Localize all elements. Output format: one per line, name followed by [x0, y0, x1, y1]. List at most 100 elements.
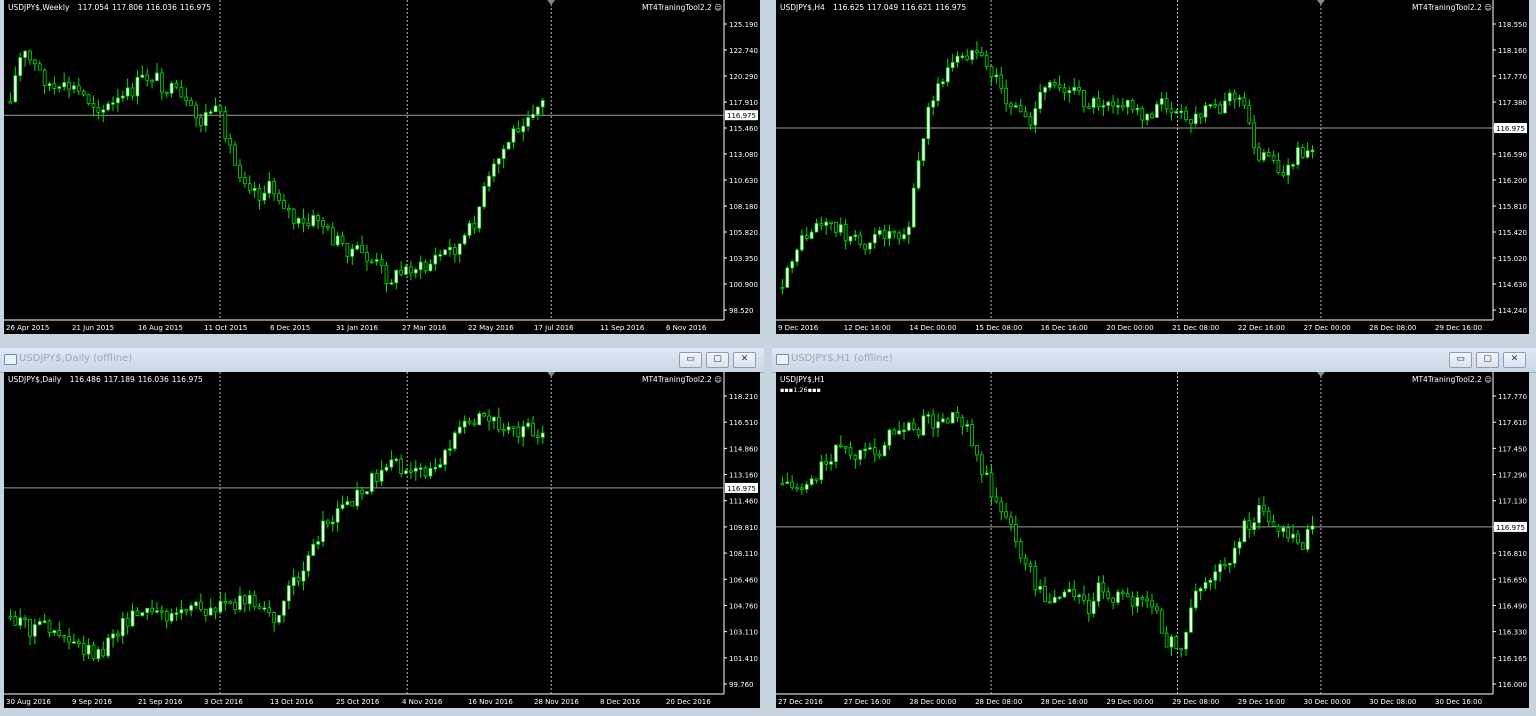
candle-body — [882, 444, 887, 457]
current-price-label: 116.975 — [1496, 125, 1525, 133]
candle-body — [496, 416, 501, 430]
chart-area[interactable]: 117.770 117.610 117.450 117.290 117.130 116.9… — [776, 372, 1529, 708]
candle-body — [1296, 147, 1300, 166]
candle-body — [1121, 105, 1125, 108]
candle-body — [916, 429, 921, 436]
time-tick-label: 28 Dec 00:00 — [909, 698, 956, 706]
candle-body — [1247, 520, 1252, 530]
time-tick-label: 9 Dec 2016 — [778, 324, 819, 332]
time-tick-label: 28 Dec 08:00 — [1369, 324, 1416, 332]
candle-body — [384, 264, 389, 284]
candle-body — [423, 467, 428, 477]
time-tick-label: 21 Sep 2016 — [138, 698, 183, 706]
price-tick-label: 118.550 — [1498, 21, 1527, 29]
candle-body — [1232, 547, 1237, 564]
candle-body — [999, 74, 1004, 89]
candle-body — [1077, 87, 1081, 91]
price-tick-label: 117.450 — [1498, 445, 1527, 453]
candle-body — [1159, 98, 1164, 105]
candle-body — [1086, 106, 1091, 109]
tool-label: MT4TraningTool2.2 ☺ — [1412, 375, 1493, 384]
candle-body — [164, 91, 169, 95]
candle-body — [96, 649, 101, 660]
candle-body — [218, 600, 223, 613]
candle-body — [1130, 99, 1135, 111]
candle-body — [203, 608, 208, 616]
time-tick-label: 27 Dec 2016 — [778, 698, 823, 706]
candle-body — [1028, 116, 1033, 126]
minimize-button[interactable]: ▭ — [1449, 352, 1472, 368]
candle-body — [467, 222, 472, 236]
candle-body — [1291, 533, 1295, 539]
smiley-icon: ☺ — [1484, 3, 1493, 12]
candle-body — [1125, 593, 1130, 598]
maximize-button[interactable]: ▢ — [1476, 352, 1499, 368]
candle-body — [965, 424, 970, 427]
candle-body — [321, 520, 325, 543]
candle-body — [872, 233, 877, 244]
candle-body — [291, 208, 296, 224]
candle-body — [355, 244, 360, 250]
high-value: 117.806 — [111, 3, 143, 12]
candle-body — [1198, 113, 1203, 118]
candle-body — [955, 412, 960, 418]
low-value: 116.621 — [901, 3, 933, 12]
window-titlebar[interactable]: USDJPY$,Daily (offline) ▭ ▢ ✕ — [0, 348, 764, 373]
candle-body — [116, 633, 120, 637]
chart-window-h1[interactable]: USDJPY$,H1 (offline) ▭ ▢ ✕ 117.770 117.61… — [772, 348, 1536, 716]
close-value: 116.975 — [935, 3, 967, 12]
chart-area[interactable]: 118.210 116.510 114.860 113.160 111.460 109.8… — [4, 372, 760, 708]
close-button[interactable]: ✕ — [733, 352, 756, 368]
candle-body — [1038, 585, 1042, 590]
candle-body — [18, 617, 23, 626]
scroll-marker-icon — [1316, 0, 1325, 5]
chart-window-h4[interactable]: 118.550 118.160 117.770 117.380 116.975 116.5… — [772, 0, 1536, 338]
candle-body — [203, 112, 208, 126]
candle-body — [506, 426, 511, 431]
time-tick-label: 29 Dec 00:00 — [1107, 698, 1154, 706]
candle-body — [1062, 87, 1067, 94]
candle-body — [106, 103, 110, 111]
candle-body — [457, 243, 462, 255]
price-tick-label: 116.330 — [1498, 629, 1527, 637]
candle-body — [1184, 110, 1188, 120]
chart-area[interactable]: 125.190 122.740 120.290 117.910 115.460 113.0… — [4, 0, 760, 334]
candle-body — [311, 543, 316, 556]
candle-body — [863, 243, 867, 250]
price-tick-label: 116.590 — [1498, 151, 1527, 159]
chart-window-weekly[interactable]: 125.190 122.740 120.290 117.910 115.460 113.0… — [0, 0, 764, 338]
candle-body — [1213, 104, 1218, 107]
time-tick-label: 4 Nov 2016 — [402, 698, 443, 706]
candle-body — [1262, 504, 1266, 512]
price-tick-label: 118.160 — [1498, 47, 1527, 55]
chart-area[interactable]: 118.550 118.160 117.770 117.380 116.975 116.5… — [776, 0, 1529, 334]
candle-body — [1140, 107, 1145, 121]
window-titlebar[interactable]: USDJPY$,H1 (offline) ▭ ▢ ✕ — [772, 348, 1536, 373]
candle-body — [311, 215, 316, 227]
candle-body — [941, 81, 945, 85]
candle-body — [199, 117, 203, 126]
chart-window-daily[interactable]: USDJPY$,Daily (offline) ▭ ▢ ✕ 118.210 116… — [0, 348, 764, 716]
symbol-label: USDJPY$,Weekly — [8, 3, 70, 12]
maximize-button[interactable]: ▢ — [706, 352, 729, 368]
candle-body — [28, 618, 32, 637]
candle-body — [911, 422, 916, 430]
candle-body — [1174, 111, 1179, 114]
candle-body — [795, 249, 799, 263]
smiley-icon: ☺ — [714, 375, 723, 384]
price-tick-label: 101.410 — [729, 655, 758, 663]
candle-body — [941, 418, 945, 423]
candle-body — [252, 594, 257, 608]
candle-body — [33, 624, 37, 637]
time-tick-label: 16 Nov 2016 — [468, 698, 513, 706]
candle-body — [1213, 571, 1218, 581]
minimize-button[interactable]: ▭ — [679, 352, 702, 368]
time-tick-label: 6 Dec 2015 — [270, 324, 310, 332]
time-tick-label: 16 Aug 2015 — [138, 324, 183, 332]
candle-body — [1286, 164, 1291, 176]
time-tick-label: 27 Mar 2016 — [402, 324, 447, 332]
time-tick-label: 17 Jul 2016 — [534, 324, 574, 332]
time-tick-label: 12 Dec 16:00 — [844, 324, 891, 332]
candle-body — [413, 269, 418, 274]
close-button[interactable]: ✕ — [1503, 352, 1526, 368]
